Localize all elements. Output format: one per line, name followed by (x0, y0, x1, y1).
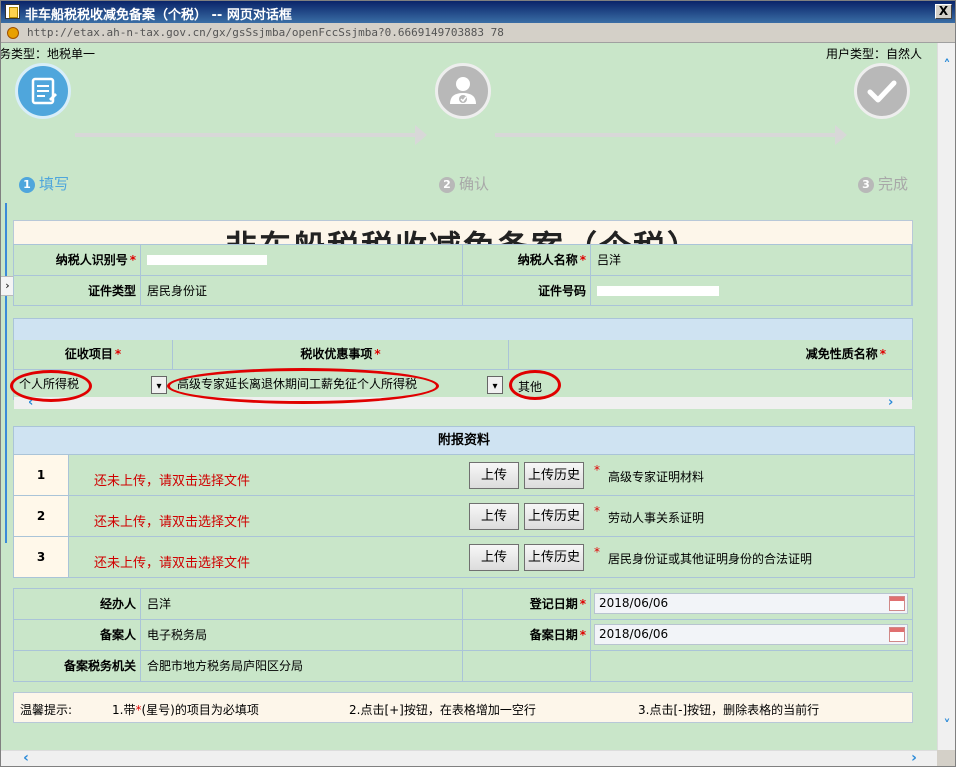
taxpayer-id-value (141, 245, 463, 276)
upload-status[interactable]: 还未上传，请双击选择文件 (94, 511, 250, 530)
step-3-label: 3 完成 (858, 173, 908, 194)
taxpayer-name-value: 吕洋 (591, 245, 912, 276)
empty-cell (591, 651, 912, 681)
doc-name: 高级专家证明材料 (608, 470, 705, 484)
filer-label: 备案人 (14, 620, 141, 651)
scroll-right-icon[interactable]: › (907, 751, 921, 765)
upload-button[interactable]: 上传 (469, 462, 519, 489)
highlight-ellipse (167, 368, 439, 404)
step-2-label: 2 确认 (439, 173, 489, 194)
step-3-circle (854, 63, 910, 119)
form-icon (31, 77, 57, 105)
left-accent-bar (5, 203, 7, 543)
agent-value: 吕洋 (141, 589, 463, 620)
security-icon (7, 27, 19, 39)
attachment-row-num: 2 (14, 496, 69, 537)
required-marker: * (594, 545, 600, 559)
reg-date-label: 登记日期 * (463, 589, 591, 620)
highlight-ellipse (509, 370, 561, 400)
required-marker: * (594, 504, 600, 518)
scroll-right-icon[interactable]: › (888, 395, 893, 410)
upload-status[interactable]: 还未上传，请双击选择文件 (94, 470, 250, 489)
agent-label: 经办人 (14, 589, 141, 620)
empty-cell (463, 651, 591, 681)
taxpayer-id-label: 纳税人识别号 * (14, 245, 141, 276)
filer-value: 电子税务局 (141, 620, 463, 651)
calendar-icon[interactable] (889, 627, 905, 642)
office-value: 合肥市地方税务局庐阳区分局 (141, 651, 463, 681)
file-date-label: 备案日期 * (463, 620, 591, 651)
upload-history-button[interactable]: 上传历史 (524, 462, 584, 489)
vertical-scrollbar[interactable]: ˄ ˅ (937, 43, 955, 750)
cert-no-label: 证件号码 (463, 276, 591, 306)
col-tax-item: 征收项目 * (14, 340, 173, 370)
reg-date-input[interactable]: 2018/06/06 (594, 593, 908, 614)
col-preference: 税收优惠事项 * (173, 340, 509, 370)
business-type-text: 务类型：地税单一 (1, 47, 96, 61)
address-bar: http://etax.ah-n-tax.gov.cn/gx/gsSsjmba/… (1, 23, 955, 43)
doc-name: 居民身份证或其他证明身份的合法证明 (608, 552, 813, 566)
required-marker: * (594, 463, 600, 477)
user-check-icon (450, 77, 476, 104)
highlight-ellipse (10, 370, 92, 402)
upload-button[interactable]: 上传 (469, 503, 519, 530)
tips-prefix: 温馨提示: (20, 703, 73, 717)
col-relief-nature: 减免性质名称 * (509, 340, 912, 370)
office-label: 备案税务机关 (14, 651, 141, 681)
relief-table-toolbar (13, 318, 913, 340)
chevron-down-icon[interactable]: ▾ (151, 376, 167, 394)
title-bar: 非车船税税收减免备案（个税） -- 网页对话框 X (1, 1, 955, 23)
step-connector (495, 133, 835, 137)
taxpayer-name-label: 纳税人名称 * (463, 245, 591, 276)
scroll-down-icon[interactable]: ˅ (940, 719, 954, 733)
checkmark-icon (867, 80, 897, 103)
tip-2: 2.点击[+]按钮，在表格增加一空行 (349, 703, 536, 717)
scroll-left-icon[interactable]: ‹ (19, 751, 33, 765)
dialog-content: 务类型：地税单一 用户类型：自然人 1 填写 2 确认 3 完成 › 纳税人识别… (1, 43, 937, 750)
cert-type-label: 证件类型 (14, 276, 141, 306)
cert-no-value (591, 276, 912, 306)
upload-button[interactable]: 上传 (469, 544, 519, 571)
url-text: http://etax.ah-n-tax.gov.cn/gx/gsSsjmba/… (27, 26, 504, 39)
attachment-row-num: 1 (14, 455, 69, 496)
close-button[interactable]: X (935, 4, 952, 19)
user-type-text: 用户类型：自然人 (826, 47, 923, 61)
horizontal-scrollbar[interactable]: ‹ › (1, 750, 937, 766)
window-icon (5, 4, 20, 19)
step-1-label: 1 填写 (19, 173, 69, 194)
file-date-input[interactable]: 2018/06/06 (594, 624, 908, 645)
dialog-window: 非车船税税收减免备案（个税） -- 网页对话框 X http://etax.ah… (0, 0, 956, 767)
relief-hscroll[interactable]: ‹ › (14, 395, 912, 410)
calendar-icon[interactable] (889, 596, 905, 611)
tip-3: 3.点击[-]按钮，删除表格的当前行 (638, 703, 820, 717)
scroll-up-icon[interactable]: ˄ (940, 59, 954, 73)
tips-bar: 温馨提示: 1.带*(星号)的项目为必填项 2.点击[+]按钮，在表格增加一空行… (13, 692, 913, 723)
chevron-down-icon[interactable]: ▾ (487, 376, 503, 394)
step-arrow (415, 125, 427, 145)
step-1-circle (15, 63, 71, 119)
step-arrow (835, 125, 847, 145)
attachments-title: 附报资料 (14, 427, 914, 455)
doc-name: 劳动人事关系证明 (608, 511, 705, 525)
attachment-row-num: 3 (14, 537, 69, 577)
step-2-circle (435, 63, 491, 119)
taxpayer-table: 纳税人识别号 * 纳税人名称 * 吕洋 证件类型 居民身份证 证件号码 (13, 244, 913, 306)
window-title: 非车船税税收减免备案（个税） -- 网页对话框 (25, 8, 292, 23)
upload-status[interactable]: 还未上传，请双击选择文件 (94, 552, 250, 571)
step-connector (75, 133, 415, 137)
upload-history-button[interactable]: 上传历史 (524, 544, 584, 571)
upload-history-button[interactable]: 上传历史 (524, 503, 584, 530)
cert-type-value: 居民身份证 (141, 276, 463, 306)
tip-1: 1.带*(星号)的项目为必填项 (112, 703, 259, 717)
